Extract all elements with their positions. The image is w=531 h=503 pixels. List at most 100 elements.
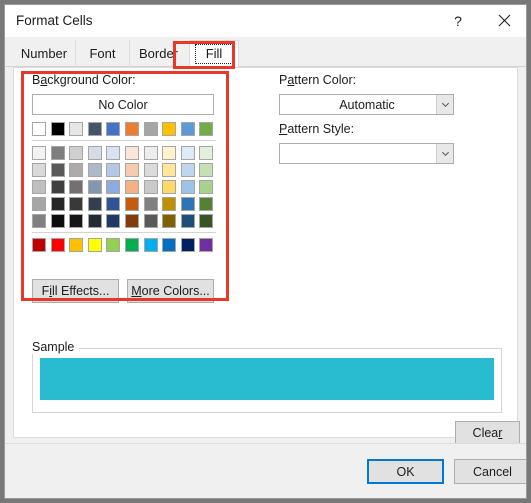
- tab-font[interactable]: Font: [75, 40, 129, 67]
- tab-fill-label: Fill: [194, 44, 234, 64]
- close-icon[interactable]: [482, 5, 526, 36]
- color-swatch-tint-1-5[interactable]: [124, 163, 139, 177]
- color-swatch-theme-2[interactable]: [69, 122, 84, 136]
- clear-button[interactable]: Clear: [455, 421, 520, 445]
- color-swatch-tint-1-4[interactable]: [106, 163, 121, 177]
- fill-effects-button[interactable]: Fill Effects...: [32, 279, 119, 303]
- color-swatch-theme-5[interactable]: [124, 122, 139, 136]
- color-swatch-tint-1-3[interactable]: [87, 163, 102, 177]
- color-swatch-tint-0-7[interactable]: [162, 146, 177, 160]
- color-swatch-tint-0-1[interactable]: [50, 146, 65, 160]
- mc-post: ore Colors...: [141, 284, 210, 298]
- color-swatch-tint-4-8[interactable]: [180, 214, 195, 228]
- color-swatch-theme-6[interactable]: [143, 122, 158, 136]
- chevron-down-shape: [441, 151, 449, 157]
- color-swatch-tint-1-0[interactable]: [32, 163, 46, 177]
- color-swatch-tint-1-8[interactable]: [180, 163, 195, 177]
- color-swatch-tint-0-9[interactable]: [199, 146, 214, 160]
- color-swatch-tint-0-6[interactable]: [143, 146, 158, 160]
- color-swatch-tint-3-9[interactable]: [199, 197, 214, 211]
- color-swatch-standard-4[interactable]: [106, 238, 121, 252]
- pattern-style-combo[interactable]: [279, 143, 454, 164]
- color-swatch-tint-3-3[interactable]: [87, 197, 102, 211]
- color-swatch-tint-0-0[interactable]: [32, 146, 46, 160]
- more-colors-button[interactable]: More Colors...: [127, 279, 214, 303]
- color-swatch-tint-2-1[interactable]: [50, 180, 65, 194]
- color-swatch-tint-4-6[interactable]: [143, 214, 158, 228]
- color-swatch-tint-0-5[interactable]: [124, 146, 139, 160]
- color-swatch-tint-1-1[interactable]: [50, 163, 65, 177]
- color-swatch-tint-2-8[interactable]: [180, 180, 195, 194]
- color-swatch-tint-2-6[interactable]: [143, 180, 158, 194]
- no-color-label: No Color: [98, 97, 148, 112]
- cancel-label: Cancel: [473, 464, 512, 479]
- color-swatch-tint-4-2[interactable]: [69, 214, 84, 228]
- color-swatch-tint-3-0[interactable]: [32, 197, 46, 211]
- color-swatch-tint-3-6[interactable]: [143, 197, 158, 211]
- theme-tint-row-0: [32, 146, 218, 161]
- color-swatch-standard-5[interactable]: [124, 238, 139, 252]
- pattern-color-value: Automatic: [339, 97, 395, 112]
- color-swatch-tint-4-7[interactable]: [162, 214, 177, 228]
- color-swatch-standard-2[interactable]: [69, 238, 84, 252]
- color-swatch-tint-3-7[interactable]: [162, 197, 177, 211]
- color-swatch-tint-2-4[interactable]: [106, 180, 121, 194]
- color-swatch-tint-1-7[interactable]: [162, 163, 177, 177]
- color-swatch-tint-2-9[interactable]: [199, 180, 214, 194]
- background-color-label: Background Color:: [32, 73, 136, 87]
- color-swatch-tint-3-5[interactable]: [124, 197, 139, 211]
- chevron-down-icon[interactable]: [436, 95, 453, 114]
- color-swatch-standard-6[interactable]: [143, 238, 158, 252]
- color-swatch-theme-9[interactable]: [199, 122, 214, 136]
- ok-button[interactable]: OK: [367, 459, 444, 484]
- color-swatch-standard-7[interactable]: [162, 238, 177, 252]
- color-swatch-tint-2-2[interactable]: [69, 180, 84, 194]
- no-color-button[interactable]: No Color: [32, 94, 214, 115]
- color-swatch-standard-8[interactable]: [180, 238, 195, 252]
- color-swatch-theme-7[interactable]: [162, 122, 177, 136]
- color-swatch-tint-0-4[interactable]: [106, 146, 121, 160]
- color-swatch-tint-1-2[interactable]: [69, 163, 84, 177]
- color-swatch-tint-3-8[interactable]: [180, 197, 195, 211]
- color-swatch-tint-1-9[interactable]: [199, 163, 214, 177]
- color-swatch-tint-0-8[interactable]: [180, 146, 195, 160]
- tab-fill[interactable]: Fill: [189, 40, 239, 68]
- color-swatch-tint-2-5[interactable]: [124, 180, 139, 194]
- tab-border[interactable]: Border: [129, 40, 187, 67]
- color-swatch-tint-4-1[interactable]: [50, 214, 65, 228]
- bg-label-post: ckground Color:: [47, 73, 136, 87]
- chevron-down-icon[interactable]: [436, 144, 453, 163]
- cancel-button[interactable]: Cancel: [454, 459, 526, 484]
- color-swatch-theme-4[interactable]: [106, 122, 121, 136]
- palette-divider-top: [32, 140, 216, 141]
- color-swatch-standard-0[interactable]: [32, 238, 46, 252]
- dialog-title: Format Cells: [16, 13, 93, 28]
- color-swatch-tint-4-0[interactable]: [32, 214, 46, 228]
- color-swatch-tint-4-4[interactable]: [106, 214, 121, 228]
- color-swatch-tint-0-3[interactable]: [87, 146, 102, 160]
- color-swatch-tint-2-3[interactable]: [87, 180, 102, 194]
- color-swatch-standard-1[interactable]: [50, 238, 65, 252]
- color-swatch-theme-3[interactable]: [87, 122, 102, 136]
- theme-tint-row-1: [32, 163, 218, 178]
- ps-label-post: attern Style:: [287, 122, 355, 136]
- color-swatch-tint-3-1[interactable]: [50, 197, 65, 211]
- color-swatch-tint-1-6[interactable]: [143, 163, 158, 177]
- help-icon[interactable]: ?: [436, 5, 480, 36]
- color-swatch-standard-3[interactable]: [87, 238, 102, 252]
- color-swatch-tint-4-3[interactable]: [87, 214, 102, 228]
- color-swatch-theme-1[interactable]: [50, 122, 65, 136]
- color-swatch-tint-3-2[interactable]: [69, 197, 84, 211]
- color-swatch-tint-0-2[interactable]: [69, 146, 84, 160]
- color-swatch-tint-2-7[interactable]: [162, 180, 177, 194]
- color-swatch-theme-8[interactable]: [180, 122, 195, 136]
- tab-border-label: Border: [138, 46, 179, 61]
- color-swatch-standard-9[interactable]: [199, 238, 214, 252]
- tab-number[interactable]: Number: [13, 40, 75, 67]
- color-swatch-tint-2-0[interactable]: [32, 180, 46, 194]
- color-swatch-theme-0[interactable]: [32, 122, 46, 136]
- color-swatch-tint-3-4[interactable]: [106, 197, 121, 211]
- pattern-color-combo[interactable]: Automatic: [279, 94, 454, 115]
- color-swatch-tint-4-5[interactable]: [124, 214, 139, 228]
- color-swatch-tint-4-9[interactable]: [199, 214, 214, 228]
